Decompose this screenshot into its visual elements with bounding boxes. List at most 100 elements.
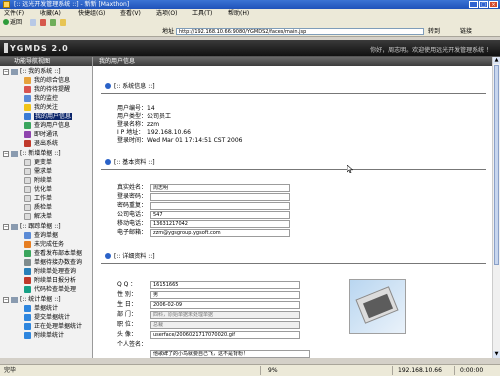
close-button[interactable]: × (489, 1, 498, 8)
sidebar-item[interactable]: 附续单 (0, 176, 92, 185)
sidebar-item[interactable]: 单据统计 (0, 304, 92, 313)
section-title-label: [:: 系统信息 ::] (114, 83, 155, 90)
basic-info-title: [:: 基本资料 ::] (105, 159, 155, 167)
sidebar-item[interactable]: 单据待接办数查询 (0, 258, 92, 267)
collapse-icon[interactable]: − (3, 297, 9, 303)
sidebar-group-my-system[interactable]: − [:: 我的系统 ::] (0, 68, 92, 76)
back-label: 返回 (10, 19, 23, 26)
sidebar-item-label: 附续单统计 (34, 332, 65, 339)
document-icon (24, 186, 31, 193)
mobile-phone-input[interactable]: 13631217042 (150, 220, 290, 228)
scroll-down-icon[interactable]: ▼ (493, 351, 500, 358)
sidebar-item-my-user-info[interactable]: 我的用户信息 (0, 112, 92, 121)
maximize-button[interactable]: □ (479, 1, 488, 8)
document-icon (24, 204, 31, 211)
sidebar-item[interactable]: 查询用户信息 (0, 121, 92, 130)
divider (101, 263, 486, 264)
sidebar-item[interactable]: 附续单统计 (0, 331, 92, 340)
sidebar-item[interactable]: 即时通讯 (0, 130, 92, 139)
sidebar-item[interactable]: 解决单 (0, 212, 92, 221)
field-label: 登录名称： (117, 121, 148, 128)
section-title-label: [:: 基本资料 ::] (114, 159, 155, 166)
sidebar-item[interactable]: 需求单 (0, 167, 92, 176)
sidebar-item[interactable]: 我的关注 (0, 103, 92, 112)
star-icon (24, 104, 31, 111)
sidebar-item[interactable]: 未完成任务 (0, 240, 92, 249)
sidebar-item-label: 提交单据统计 (34, 314, 71, 321)
email-input[interactable]: zzm@ygsgroup.ygsoft.com (150, 229, 290, 237)
sidebar-item[interactable]: 查看发布部本单据 (0, 249, 92, 258)
sidebar-item[interactable]: 更变单 (0, 158, 92, 167)
refresh-icon[interactable] (50, 19, 56, 26)
address-input[interactable]: http://192.168.10.66:9080/YGMDS2/faces/m… (176, 28, 424, 35)
field-label: 密码重复： (117, 202, 148, 209)
info-icon (105, 83, 111, 89)
field-label: 电子邮箱： (117, 229, 148, 236)
password-repeat-input[interactable] (150, 202, 290, 210)
home-icon[interactable] (60, 19, 66, 26)
sidebar-item[interactable]: 优化单 (0, 185, 92, 194)
sidebar-group-stats[interactable]: − [:: 统计单据 ::] (0, 296, 92, 304)
sidebar-item-label: 查看发布部本单据 (34, 250, 83, 257)
links-button[interactable]: 链接 (460, 28, 472, 35)
sidebar-item-label: 我的关注 (34, 104, 59, 111)
signature-input[interactable]: 他歌碑了的小鸟就要自己飞，这不是背粉！ (150, 350, 310, 358)
field-label: 个人签名： (117, 341, 148, 348)
forward-icon[interactable] (30, 19, 36, 26)
qq-input[interactable]: 16151665 (150, 281, 300, 289)
sidebar-item[interactable]: 我的综合信息 (0, 76, 92, 85)
collapse-icon[interactable]: − (3, 224, 9, 230)
sidebar-item[interactable]: 代码检查单处理 (0, 285, 92, 294)
sidebar-item-label: 查询单据 (34, 232, 59, 239)
sidebar-item[interactable]: 正在处理单据统计 (0, 322, 92, 331)
scroll-up-icon[interactable]: ▲ (493, 57, 500, 64)
password-input[interactable] (150, 193, 290, 201)
user-icon (24, 113, 31, 120)
vertical-scrollbar[interactable]: ▲ ▼ (492, 57, 500, 358)
sidebar-item[interactable]: 附续单日报分析 (0, 276, 92, 285)
sidebar-item[interactable]: 退出系统 (0, 139, 92, 148)
status-zoom[interactable]: 9% (268, 365, 278, 376)
go-button[interactable]: 转到 (428, 28, 440, 35)
field-value: Wed Mar 01 17:14:51 CST 2006 (147, 137, 243, 144)
chart-icon (24, 323, 31, 330)
window-controls: _ □ × (469, 1, 498, 8)
system-info-title: [:: 系统信息 ::] (105, 83, 155, 91)
office-phone-input[interactable]: 547 (150, 211, 290, 219)
code-check-icon (24, 286, 31, 293)
exit-icon (24, 140, 31, 147)
position-field: 总裁 (150, 321, 300, 329)
birthday-input[interactable]: 2006-02-09 (150, 301, 300, 309)
real-name-input[interactable]: 周志明 (150, 184, 290, 192)
sidebar-group-track-docs[interactable]: − [:: 跟踪单据 ::] (0, 223, 92, 231)
sidebar-item[interactable]: 提交单据统计 (0, 313, 92, 322)
sidebar-group-new-docs[interactable]: − [:: 新增单据 ::] (0, 150, 92, 158)
sidebar-item[interactable]: 我的待待提醒 (0, 85, 92, 94)
welcome-text: 你好，周志明。欢迎使用远光开发管理系统 ！ (370, 47, 492, 54)
stop-icon[interactable] (40, 19, 46, 26)
sidebar-item[interactable]: 附续单处理查询 (0, 267, 92, 276)
sidebar-item[interactable]: 质检单 (0, 203, 92, 212)
menu-tools[interactable]: 工具(T) (192, 10, 212, 17)
scrollbar-thumb[interactable] (494, 65, 499, 265)
sidebar-item-label: 即时通讯 (34, 131, 59, 138)
sidebar-item[interactable]: 查询单据 (0, 231, 92, 240)
detail-field-signature: 个人签名： (117, 341, 150, 349)
field-label: I P 地址： (117, 129, 145, 136)
menu-options[interactable]: 选项(O) (156, 10, 177, 17)
sidebar-item[interactable]: 我的监控 (0, 94, 92, 103)
avatar-image (349, 279, 406, 334)
menu-file[interactable]: 文件(F) (4, 10, 24, 17)
sidebar-item[interactable]: 工作单 (0, 194, 92, 203)
menu-view[interactable]: 查看(V) (120, 10, 141, 17)
sidebar-item-label: 我的待待提醒 (34, 86, 71, 93)
minimize-button[interactable]: _ (469, 1, 478, 8)
gender-select[interactable]: 男 (150, 291, 300, 299)
collapse-icon[interactable]: − (3, 151, 9, 157)
back-button[interactable]: 返回 (3, 19, 22, 26)
avatar-path-input[interactable]: userface/2006021717070020.gif (150, 331, 300, 339)
menu-favorites[interactable]: 收藏(A) (40, 10, 61, 17)
collapse-icon[interactable]: − (3, 69, 9, 75)
menu-help[interactable]: 帮助(H) (228, 10, 249, 17)
menu-groups[interactable]: 快捷组(G) (78, 10, 105, 17)
